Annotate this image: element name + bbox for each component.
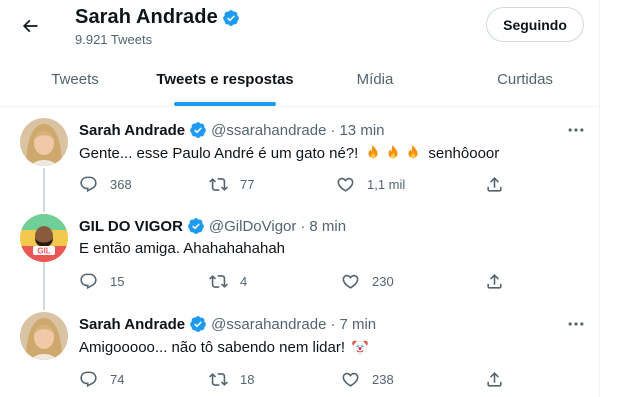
tweet-count: 9.921 Tweets [75,32,153,47]
tweet-actions: 15 4 230 [79,272,509,292]
tweet-text-body: Amigooooo... não tô sabendo nem lidar! [79,338,346,356]
active-tab-indicator [174,102,276,106]
tweet-timestamp[interactable]: 13 min [339,122,384,139]
sarah-avatar-image [20,118,68,166]
reply-count: 74 [110,372,125,387]
tweet-text: Gente... esse Paulo André é um gato né?!… [79,144,499,162]
separator-dot: · [300,217,306,235]
fire-emoji-icon [404,144,422,162]
profile-tabs: Tweets Tweets e respostas Mídia Curtidas [0,53,600,107]
share-button[interactable] [485,175,504,194]
reply-button[interactable]: 368 [79,175,132,194]
more-options-button[interactable] [566,120,586,140]
tweet-timestamp[interactable]: 7 min [339,316,376,333]
share-icon [485,175,504,194]
author-handle[interactable]: @ssarahandrade [211,316,326,333]
profile-page: Sarah Andrade 9.921 Tweets Seguindo Twee… [0,0,600,397]
retweet-button[interactable]: 18 [209,370,254,389]
author-name[interactable]: Sarah Andrade [79,122,185,139]
tab-tweets-and-replies[interactable]: Tweets e respostas [150,53,300,106]
reply-icon [79,370,98,389]
retweet-button[interactable]: 77 [209,175,254,194]
tweet-header: GIL DO VIGOR @GilDoVigor · 8 min [79,217,346,235]
tweet-text: E então amiga. Ahahahahahah [79,240,285,257]
retweet-count: 18 [240,372,255,387]
like-button[interactable]: 238 [341,370,394,389]
author-handle[interactable]: @GilDoVigor [209,218,296,235]
header-title-block: Sarah Andrade 9.921 Tweets [75,6,240,47]
tweet-actions: 368 77 1,1 mil [79,175,509,195]
tweet[interactable]: GIL GIL DO VIGOR @GilDoVigor · 8 min E e… [0,204,600,300]
clown-emoji-icon [351,338,369,356]
tab-likes[interactable]: Curtidas [450,53,600,106]
avatar[interactable] [20,118,68,166]
tweet-timestamp[interactable]: 8 min [309,218,346,235]
tweet-text-body: Gente... esse Paulo André é um gato né?! [79,144,359,162]
retweet-count: 77 [240,177,255,192]
retweet-count: 4 [240,274,248,289]
heart-icon [341,370,360,389]
tweet-text-tail: senhôooor [428,144,500,162]
heart-icon [336,175,355,194]
back-button[interactable] [13,9,47,43]
svg-text:GIL: GIL [37,247,50,256]
like-count: 238 [372,372,394,387]
verified-badge-icon [222,9,240,27]
tweet-actions: 74 18 238 [79,370,509,390]
profile-header: Sarah Andrade 9.921 Tweets Seguindo [0,0,600,50]
tab-label: Curtidas [497,71,553,88]
share-icon [485,272,504,291]
separator-dot: · [330,121,336,139]
sarah-avatar-image [20,312,68,360]
following-button[interactable]: Seguindo [486,7,584,42]
fire-emoji-icon [384,144,402,162]
share-button[interactable] [485,272,504,291]
more-dots-icon [566,314,586,334]
tab-label: Tweets e respostas [156,71,294,88]
tab-media[interactable]: Mídia [300,53,450,106]
separator-dot: · [330,315,336,333]
share-button[interactable] [485,370,504,389]
like-button[interactable]: 1,1 mil [336,175,405,194]
fire-emoji-icon [364,144,382,162]
gil-avatar-image: GIL [20,214,68,262]
author-handle[interactable]: @ssarahandrade [211,122,326,139]
tweet[interactable]: Sarah Andrade @ssarahandrade · 7 min Ami… [0,300,600,397]
verified-badge-icon [189,315,207,333]
reply-icon [79,175,98,194]
reply-button[interactable]: 74 [79,370,124,389]
reply-icon [79,272,98,291]
author-name[interactable]: GIL DO VIGOR [79,218,183,235]
tab-label: Mídia [356,71,394,88]
avatar[interactable]: GIL [20,214,68,262]
tweet-text-body: E então amiga. Ahahahahahah [79,240,286,257]
reply-button[interactable]: 15 [79,272,124,291]
avatar[interactable] [20,312,68,360]
like-count: 1,1 mil [367,177,406,192]
retweet-icon [209,370,228,389]
retweet-button[interactable]: 4 [209,272,247,291]
more-dots-icon [566,120,586,140]
tweet-header: Sarah Andrade @ssarahandrade · 7 min [79,315,376,333]
author-name[interactable]: Sarah Andrade [79,316,185,333]
tweet-text: Amigooooo... não tô sabendo nem lidar! [79,338,369,356]
like-count: 230 [372,274,394,289]
more-options-button[interactable] [566,314,586,334]
heart-icon [341,272,360,291]
verified-badge-icon [189,121,207,139]
verified-badge-icon [187,217,205,235]
retweet-icon [209,272,228,291]
like-button[interactable]: 230 [341,272,394,291]
page-title: Sarah Andrade [75,6,218,28]
share-icon [485,370,504,389]
tab-label: Tweets [51,71,99,88]
retweet-icon [209,175,228,194]
tab-tweets[interactable]: Tweets [0,53,150,106]
reply-count: 15 [110,274,125,289]
reply-count: 368 [110,177,132,192]
tweet-header: Sarah Andrade @ssarahandrade · 13 min [79,121,385,139]
arrow-left-icon [22,19,38,33]
tweet[interactable]: Sarah Andrade @ssarahandrade · 13 min Ge… [0,108,600,204]
